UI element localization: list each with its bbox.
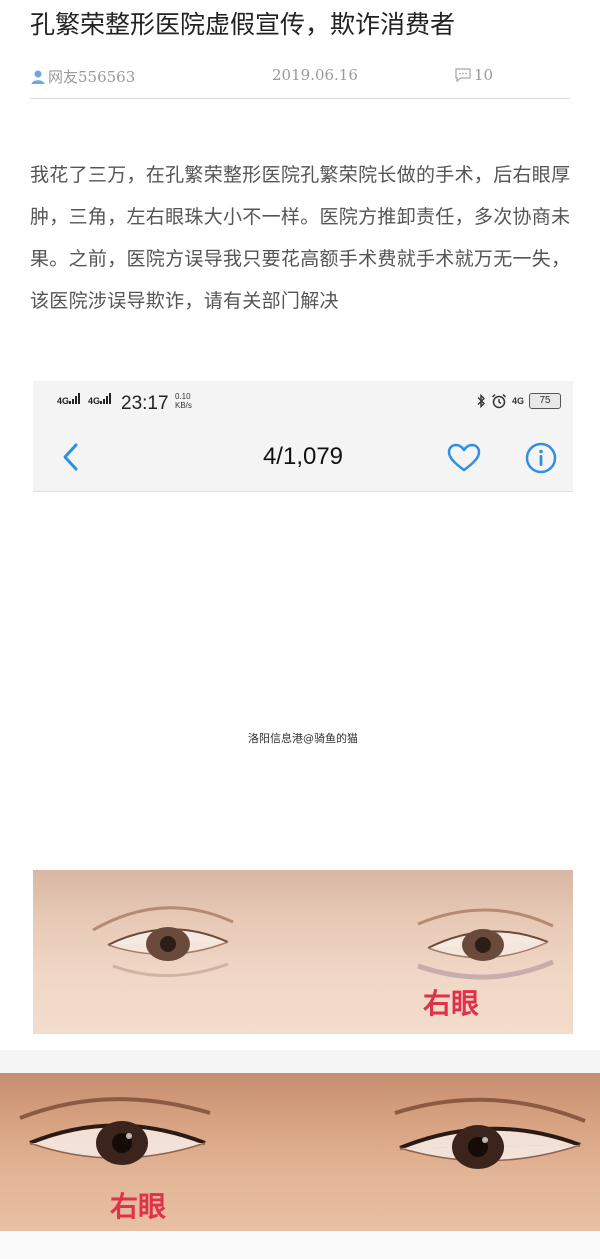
right-eye-label-top: 右眼 <box>423 987 480 1020</box>
signal-indicator-1: 4G <box>57 393 81 406</box>
user-icon <box>31 70 45 84</box>
bluetooth-icon <box>477 394 485 408</box>
eyes-photo-bottom: 右眼 <box>0 1073 600 1231</box>
photo-viewer-navbar: 4/1,079 <box>33 425 573 492</box>
article-title: 孔繁荣整形医院虚假宣传，欺诈消费者 <box>30 10 456 39</box>
eyes-photo-top: 右眼 <box>33 870 573 1034</box>
info-icon[interactable] <box>525 442 557 474</box>
author-info[interactable]: 网友556563 <box>30 66 135 87</box>
eyes-photo-top-drawing <box>92 906 554 980</box>
comment-count-value: 10 <box>474 66 494 84</box>
battery-indicator: 75 <box>529 393 561 409</box>
comment-icon <box>455 68 471 83</box>
author-name: 网友556563 <box>48 68 136 86</box>
article-body: 我花了三万，在孔繁荣整形医院孔繁荣院长做的手术，后右眼厚肿，三角，左右眼珠大小不… <box>30 164 571 312</box>
article-meta: 网友556563 2019.06.16 10 <box>30 60 570 96</box>
post-date: 2019.06.16 <box>272 66 358 84</box>
photo-counter: 4/1,079 <box>262 443 344 470</box>
watermark-text: 洛阳信息港@骑鱼的猫 <box>248 732 358 745</box>
right-eye-label-bottom: 右眼 <box>110 1190 167 1223</box>
signal-bars-icon <box>69 393 81 404</box>
bottom-spacer <box>0 1231 600 1259</box>
signal-indicator-2: 4G <box>88 393 112 406</box>
eyes-photo-bottom-drawing <box>19 1097 586 1169</box>
status-bar: 4G 4G 23:17 0.10 KB/s 4G 75 <box>33 381 573 425</box>
network-right: 4G <box>511 396 524 406</box>
spacer <box>0 1050 600 1073</box>
status-time: 23:17 <box>121 393 169 414</box>
alarm-icon <box>491 393 507 409</box>
comment-count[interactable]: 10 <box>454 66 493 84</box>
network-speed: 0.10 KB/s <box>175 392 192 410</box>
status-right-icons: 4G 75 <box>476 393 561 409</box>
divider <box>30 98 570 99</box>
heart-icon[interactable] <box>447 443 481 473</box>
photo-viewer-area: 洛阳信息港@骑鱼的猫 <box>33 492 573 870</box>
signal-bars-icon <box>100 393 112 404</box>
